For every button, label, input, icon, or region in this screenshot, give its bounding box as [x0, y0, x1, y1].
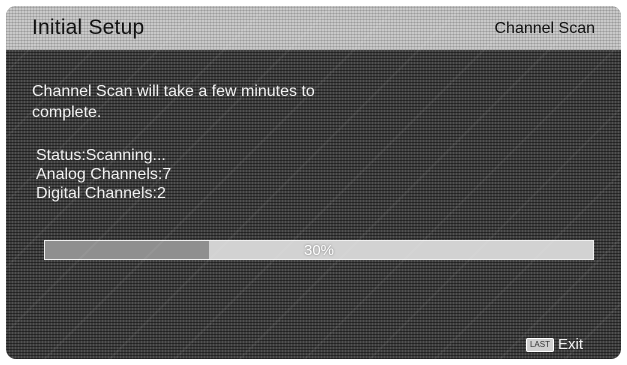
scan-progress-bar: 30% — [44, 240, 594, 260]
scan-info-message: Channel Scan will take a few minutes to … — [32, 83, 315, 121]
page-title: Initial Setup — [32, 16, 145, 39]
exit-hint[interactable]: LAST Exit — [525, 336, 583, 353]
title-bar: Initial Setup Channel Scan — [6, 6, 621, 50]
scan-status-block: Status:Scanning... Analog Channels:7 Dig… — [36, 146, 171, 203]
exit-label: Exit — [557, 336, 583, 353]
last-key-icon: LAST — [525, 337, 554, 352]
menu-subtitle: Channel Scan — [494, 20, 595, 37]
channel-scan-screen: Initial Setup Channel Scan Channel Scan … — [6, 6, 621, 359]
analog-channels-count: Analog Channels:7 — [36, 166, 172, 183]
digital-channels-count: Digital Channels:2 — [36, 185, 166, 202]
scan-progress-label: 30% — [303, 242, 335, 259]
scan-status-text: Status:Scanning... — [36, 147, 166, 164]
